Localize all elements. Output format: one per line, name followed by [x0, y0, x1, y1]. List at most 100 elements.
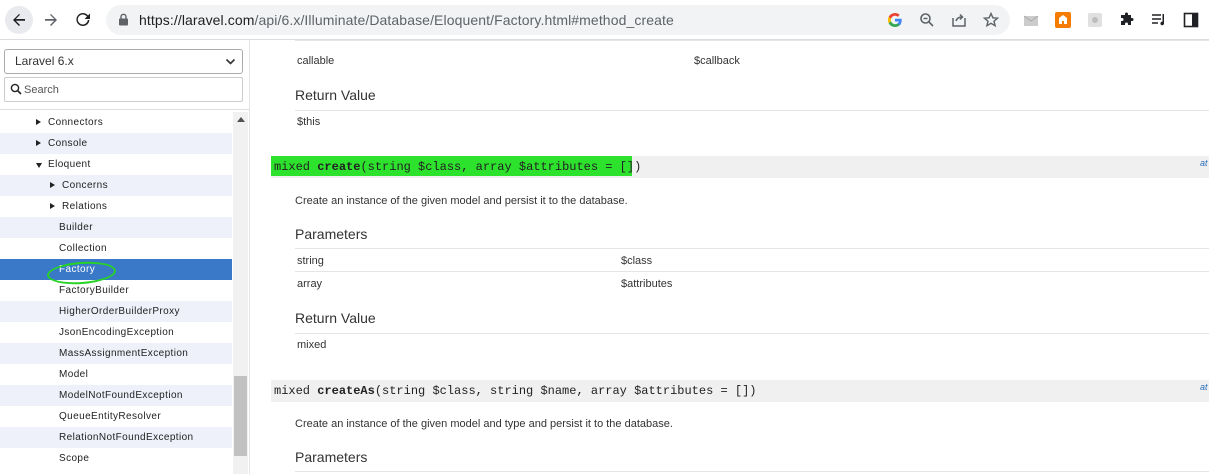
table-divider	[295, 271, 1209, 272]
sidebar-item-label: Collection	[59, 243, 107, 254]
method-signature-text: mixed createAs(string $class, string $na…	[274, 384, 757, 398]
sidebar-item-label: HigherOrderBuilderProxy	[59, 306, 180, 317]
share-icon[interactable]	[950, 11, 968, 29]
sidebar-item-factorybuilder[interactable]: FactoryBuilder	[0, 280, 232, 301]
parameters-heading: Parameters	[295, 226, 368, 242]
return-type: mixed	[274, 160, 311, 174]
sidebar-item-modelnotfoundexception[interactable]: ModelNotFoundException	[0, 385, 232, 406]
orange-extension-icon[interactable]	[1054, 11, 1072, 29]
sidebar-item-label: QueueEntityResolver	[59, 411, 162, 422]
method-signature-text: mixed create(string $class, array $attri…	[274, 160, 641, 174]
version-select[interactable]: Laravel 6.x	[4, 49, 243, 74]
heading-underline	[295, 471, 1209, 472]
method-args: (string $class, array $attributes = [])	[360, 160, 642, 174]
address-bar[interactable]: https://laravel.com/api/6.x/Illuminate/D…	[106, 5, 1010, 35]
sidebar-item-queueentityresolver[interactable]: QueueEntityResolver	[0, 406, 232, 427]
sidebar-item-factory[interactable]: Factory	[0, 259, 232, 280]
sidebar-item-model[interactable]: Model	[0, 364, 232, 385]
sidebar-item-higherorderbuilderproxy[interactable]: HigherOrderBuilderProxy	[0, 301, 232, 322]
method-name: createAs	[317, 384, 375, 398]
method-signature-create[interactable]: mixed create(string $class, array $attri…	[271, 156, 1209, 178]
reading-list-icon[interactable]	[1150, 11, 1168, 29]
sidebar-item-label: Model	[59, 369, 89, 380]
param-type: string	[297, 255, 324, 267]
reload-button[interactable]	[69, 6, 97, 34]
lock-icon[interactable]	[118, 13, 129, 26]
return-value-heading: Return Value	[295, 310, 376, 326]
arrow-left-icon	[13, 14, 25, 26]
search-icon	[10, 83, 22, 95]
method-description: Create an instance of the given model an…	[295, 418, 673, 430]
param-name: $callback	[694, 55, 740, 67]
sidebar-item-jsonencodingexception[interactable]: JsonEncodingException	[0, 322, 232, 343]
search-input[interactable]	[24, 81, 224, 98]
url-host: https://laravel.com	[139, 12, 255, 28]
api-sidebar: Laravel 6.x ConnectorsConsoleEloquentCon…	[0, 40, 250, 474]
sidebar-item-label: Factory	[59, 264, 96, 275]
caret-right-icon[interactable]	[36, 119, 41, 125]
forward-button[interactable]	[37, 6, 65, 34]
mail-extension-icon[interactable]	[1022, 11, 1040, 29]
sidebar-item-console[interactable]: Console	[0, 133, 232, 154]
google-translate-icon[interactable]	[886, 11, 904, 29]
reload-icon	[76, 13, 90, 27]
parameters-heading: Parameters	[295, 449, 368, 465]
return-value: mixed	[297, 339, 327, 351]
param-name: $attributes	[621, 278, 673, 290]
method-signature-createAs[interactable]: mixed createAs(string $class, string $na…	[271, 380, 1209, 402]
table-divider	[295, 40, 1209, 41]
param-name: $class	[621, 255, 653, 267]
sidebar-item-label: Concerns	[62, 180, 108, 191]
sidebar-item-label: Connectors	[48, 117, 104, 128]
sidebar-item-builder[interactable]: Builder	[0, 217, 232, 238]
sidebar-item-label: Scope	[59, 453, 90, 464]
url-path: /api/6.x/Illuminate/Database/Eloquent/Fa…	[254, 12, 674, 28]
puzzle-extensions-icon[interactable]	[1118, 11, 1136, 29]
sidebar-item-label: Relations	[62, 201, 108, 212]
sidebar-scroll-thumb[interactable]	[234, 376, 247, 456]
heading-underline	[295, 333, 1209, 334]
back-button[interactable]	[5, 6, 33, 34]
sidebar-item-relations[interactable]: Relations	[0, 196, 232, 217]
grey-extension-icon[interactable]	[1086, 11, 1104, 29]
sidebar-item-scope[interactable]: Scope	[0, 448, 232, 469]
param-type: array	[297, 278, 323, 290]
zoom-icon[interactable]	[918, 11, 936, 29]
heading-underline	[295, 110, 1209, 111]
source-link[interactable]: at	[1200, 158, 1208, 168]
caret-right-icon[interactable]	[50, 182, 55, 188]
method-args: (string $class, string $name, array $att…	[374, 384, 757, 398]
sidebar-item-label: FactoryBuilder	[59, 285, 130, 296]
sidebar-item-label: Builder	[59, 222, 93, 233]
sidebar-item-massassignmentexception[interactable]: MassAssignmentException	[0, 343, 232, 364]
sidebar-item-eloquent[interactable]: Eloquent	[0, 154, 232, 175]
bookmark-star-icon[interactable]	[982, 11, 1000, 29]
method-name: create	[317, 160, 361, 174]
sidebar-item-label: RelationNotFoundException	[59, 432, 194, 443]
scroll-up-arrow-icon[interactable]	[237, 117, 245, 122]
side-panel-icon[interactable]	[1182, 11, 1200, 29]
sidebar-item-collection[interactable]: Collection	[0, 238, 232, 259]
sidebar-item-label: Console	[48, 138, 88, 149]
sidebar-item-label: JsonEncodingException	[59, 327, 175, 338]
sidebar-item-label: Eloquent	[48, 159, 91, 170]
sidebar-item-connectors[interactable]: Connectors	[0, 112, 232, 133]
caret-right-icon[interactable]	[36, 140, 41, 146]
sidebar-item-concerns[interactable]: Concerns	[0, 175, 232, 196]
param-type: callable	[297, 55, 335, 67]
main-content: callable $callback Return Value $this mi…	[251, 40, 1209, 474]
source-link[interactable]: at	[1200, 382, 1208, 392]
version-select-value: Laravel 6.x	[15, 54, 74, 68]
caret-right-icon[interactable]	[50, 203, 55, 209]
return-value: $this	[297, 116, 321, 128]
url-text[interactable]: https://laravel.com/api/6.x/Illuminate/D…	[139, 12, 674, 28]
return-value-heading: Return Value	[295, 87, 376, 103]
heading-underline	[295, 248, 1209, 249]
search-box[interactable]	[4, 77, 243, 102]
chevron-down-icon	[225, 58, 236, 65]
sidebar-item-relationnotfoundexception[interactable]: RelationNotFoundException	[0, 427, 232, 448]
arrow-right-icon	[45, 14, 57, 26]
namespace-tree: Connectors Console Eloquent Concerns Relatio…	[0, 112, 232, 474]
browser-toolbar: https://laravel.com/api/6.x/Illuminate/D…	[0, 0, 1209, 40]
caret-down-icon[interactable]	[36, 163, 42, 168]
